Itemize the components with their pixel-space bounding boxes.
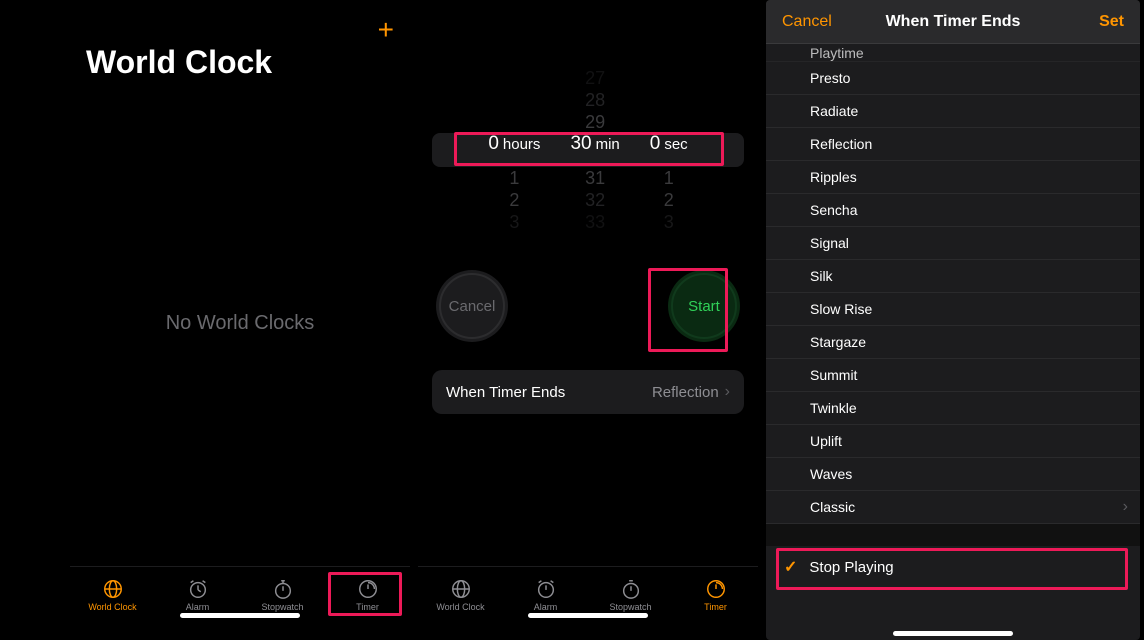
sound-option[interactable]: Playtime — [766, 44, 1140, 62]
alarm-icon — [187, 578, 209, 600]
empty-state-text: No World Clocks — [70, 81, 410, 566]
timer-icon — [357, 578, 379, 600]
sound-option[interactable]: Twinkle — [766, 392, 1140, 425]
set-button[interactable]: Set — [1099, 13, 1124, 31]
home-indicator[interactable] — [528, 613, 648, 618]
stopwatch-icon — [620, 578, 642, 600]
tab-label: World Clock — [436, 602, 484, 612]
world-clock-screen: + World Clock No World Clocks World Cloc… — [70, 10, 410, 622]
sound-option-classic[interactable]: Classic› — [766, 491, 1140, 524]
sound-option[interactable]: Slow Rise — [766, 293, 1140, 326]
stop-playing-label: Stop Playing — [809, 559, 893, 576]
sound-option[interactable]: Sencha — [766, 194, 1140, 227]
page-title: World Clock — [70, 40, 410, 81]
alarm-icon — [535, 578, 557, 600]
sound-option[interactable]: Summit — [766, 359, 1140, 392]
seconds-column[interactable]: 0sec 1 2 3 — [650, 50, 688, 250]
tab-label: Stopwatch — [261, 602, 303, 612]
when-timer-ends-value: Reflection — [652, 384, 719, 401]
sound-option[interactable]: Stargaze — [766, 326, 1140, 359]
globe-icon — [102, 578, 124, 600]
hours-column[interactable]: 0hours 1 2 3 — [488, 50, 540, 250]
sound-option[interactable]: Waves — [766, 458, 1140, 491]
add-city-button[interactable]: + — [378, 20, 394, 40]
sound-option[interactable]: Signal — [766, 227, 1140, 260]
chevron-right-icon: › — [1123, 498, 1128, 516]
tab-label: Alarm — [186, 602, 210, 612]
checkmark-icon: ✓ — [784, 557, 797, 577]
sound-option[interactable]: Presto — [766, 62, 1140, 95]
globe-icon — [450, 578, 472, 600]
when-timer-ends-row[interactable]: When Timer Ends Reflection › — [432, 370, 744, 414]
sound-option[interactable]: Silk — [766, 260, 1140, 293]
timer-icon — [705, 578, 727, 600]
tab-world-clock[interactable]: World Clock — [70, 567, 155, 622]
home-indicator[interactable] — [180, 613, 300, 618]
sound-option[interactable]: Reflection — [766, 128, 1140, 161]
stop-playing-option[interactable]: ✓ Stop Playing — [766, 546, 1140, 588]
tab-timer[interactable]: Timer — [673, 567, 758, 622]
tab-timer[interactable]: Timer — [325, 567, 410, 622]
stopwatch-icon — [272, 578, 294, 600]
sound-list[interactable]: Playtime Presto Radiate Reflection Rippl… — [766, 44, 1140, 640]
sound-option[interactable]: Uplift — [766, 425, 1140, 458]
tab-label: Timer — [356, 602, 379, 612]
sound-option[interactable]: Ripples — [766, 161, 1140, 194]
chevron-right-icon: › — [725, 383, 730, 401]
timer-screen: 0hours 1 2 3 27 28 29 30min 31 32 33 0se… — [418, 10, 758, 622]
modal-header: Cancel When Timer Ends Set — [766, 0, 1140, 44]
duration-picker[interactable]: 0hours 1 2 3 27 28 29 30min 31 32 33 0se… — [418, 50, 758, 250]
list-gap — [766, 524, 1140, 546]
minutes-column[interactable]: 27 28 29 30min 31 32 33 — [570, 50, 619, 250]
tab-label: Timer — [704, 602, 727, 612]
cancel-button[interactable]: Cancel — [782, 13, 832, 31]
tab-label: Stopwatch — [609, 602, 651, 612]
tab-world-clock[interactable]: World Clock — [418, 567, 503, 622]
home-indicator[interactable] — [893, 631, 1013, 636]
tab-label: World Clock — [88, 602, 136, 612]
sound-option[interactable]: Radiate — [766, 95, 1140, 128]
start-button[interactable]: Start — [668, 270, 740, 342]
tab-label: Alarm — [534, 602, 558, 612]
cancel-button[interactable]: Cancel — [436, 270, 508, 342]
when-timer-ends-screen: Cancel When Timer Ends Set Playtime Pres… — [766, 0, 1140, 640]
when-timer-ends-label: When Timer Ends — [446, 384, 565, 401]
